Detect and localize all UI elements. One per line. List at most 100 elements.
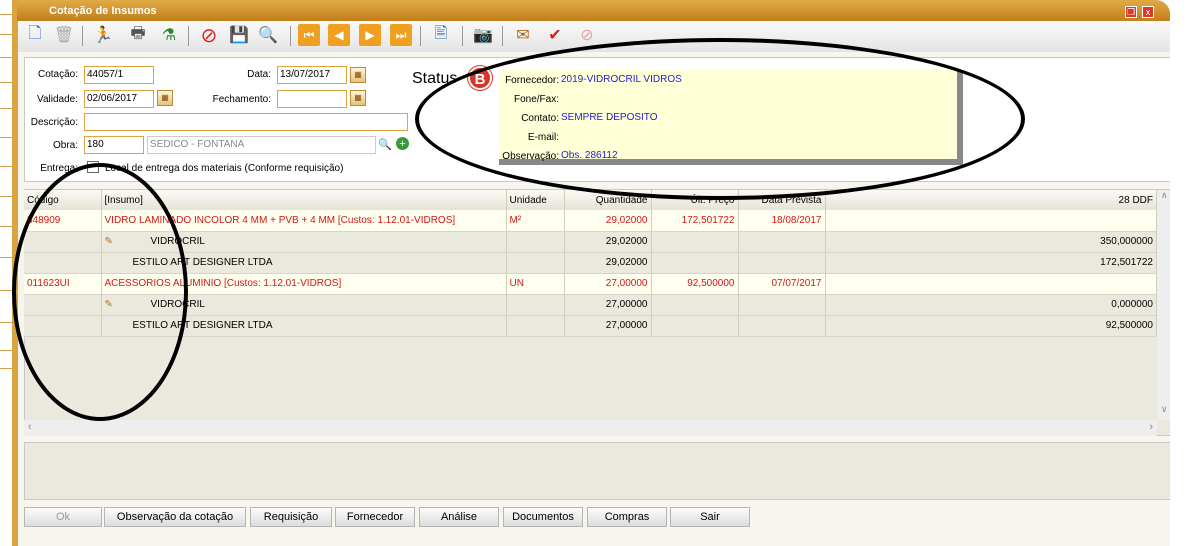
cell-supplier: ESTILO ART DESIGNER LTDA xyxy=(132,257,273,268)
cell-ddf: 92,500000 xyxy=(825,315,1157,337)
save-icon[interactable]: 💾 xyxy=(228,24,250,46)
cell-data: 07/07/2017 xyxy=(738,273,826,295)
approve-check-icon[interactable]: ✔ xyxy=(544,24,566,46)
observacao-button[interactable]: Observação da cotação xyxy=(104,507,246,527)
camera-icon[interactable]: 📷 xyxy=(472,24,494,46)
calendar-icon[interactable]: ▦ xyxy=(157,90,173,106)
compras-button[interactable]: Compras xyxy=(587,507,667,527)
table-header: Código [Insumo] Unidade Quantidade Últ. … xyxy=(24,190,1157,210)
fone-label: Fone/Fax: xyxy=(513,94,559,105)
fechamento-field[interactable] xyxy=(277,90,347,108)
observacao-value: Obs. 286112 xyxy=(561,150,618,161)
cell-ddf: 0,000000 xyxy=(825,294,1157,316)
status-badge: B xyxy=(468,66,492,90)
cell-insumo: VIDRO LAMINADO INCOLOR 4 MM + PVB + 4 MM… xyxy=(101,210,507,232)
descricao-label: Descrição: xyxy=(30,117,78,128)
contato-label: Contato: xyxy=(521,113,559,124)
entrega-text: Local de entrega dos materiais (Conforme… xyxy=(105,163,344,174)
cell-codigo: 848909 xyxy=(24,210,102,232)
obra-search-icon[interactable]: 🔍 xyxy=(378,136,392,152)
table-row[interactable]: ✎ VIDROCRIL 29,02000 350,000000 xyxy=(24,231,1157,253)
analise-button[interactable]: Análise xyxy=(419,507,499,527)
cell-quantidade: 27,00000 xyxy=(564,294,652,316)
report-icon[interactable]: 🖹 xyxy=(430,24,452,46)
cell-supplier: VIDROCRIL xyxy=(150,236,205,247)
fornecedor-button[interactable]: Fornecedor xyxy=(335,507,415,527)
toolbar xyxy=(18,21,1178,52)
documentos-button[interactable]: Documentos xyxy=(503,507,583,527)
fornecedor-label: Fornecedor: xyxy=(505,75,559,86)
cell-ddf xyxy=(825,210,1157,232)
cell-supplier: ESTILO ART DESIGNER LTDA xyxy=(132,320,273,331)
calendar-icon[interactable]: ▦ xyxy=(350,90,366,106)
approve-icon[interactable]: ✉ xyxy=(512,24,534,46)
cell-quantidade: 29,02000 xyxy=(564,231,652,253)
scroll-down-icon[interactable]: ∨ xyxy=(1161,404,1168,415)
restore-icon[interactable]: ❐ xyxy=(1125,6,1137,18)
fornecedor-value: 2019-VIDROCRIL VIDROS xyxy=(561,74,682,85)
descricao-field[interactable] xyxy=(84,113,408,131)
table-row[interactable]: 011623UI ACESSORIOS ALUMINIO [Custos: 1.… xyxy=(24,273,1157,295)
scroll-up-icon[interactable]: ∧ xyxy=(1161,190,1168,201)
col-unidade[interactable]: Unidade xyxy=(506,190,565,210)
table-row[interactable]: ESTILO ART DESIGNER LTDA 29,02000 172,50… xyxy=(24,252,1157,274)
entrega-checkbox[interactable] xyxy=(87,161,99,173)
cell-unidade: UN xyxy=(506,273,565,295)
entrega-label: Entrega: xyxy=(40,163,78,174)
new-document-icon[interactable]: 🗋 xyxy=(24,24,46,46)
horizontal-scrollbar[interactable]: ‹ › xyxy=(24,420,1157,436)
obra-label: Obra: xyxy=(52,140,78,151)
table-row[interactable]: 848909 VIDRO LAMINADO INCOLOR 4 MM + PVB… xyxy=(24,210,1157,232)
cell-quantidade: 29,02000 xyxy=(564,210,652,232)
scroll-right-icon[interactable]: › xyxy=(1149,421,1153,433)
obra-name-field: SEDICO - FONTANA xyxy=(147,136,376,154)
edit-note-icon[interactable]: ✎ xyxy=(105,236,119,247)
col-ult-preco[interactable]: Últ. Preço xyxy=(651,190,739,210)
items-table: Código [Insumo] Unidade Quantidade Últ. … xyxy=(24,190,1157,337)
window-title: Cotação de Insumos xyxy=(49,5,157,17)
cell-ddf: 350,000000 xyxy=(825,231,1157,253)
previous-icon[interactable]: ◀ xyxy=(328,24,350,46)
col-insumo[interactable]: [Insumo] xyxy=(101,190,507,210)
cell-insumo: ACESSORIOS ALUMINIO [Custos: 1.12.01-VID… xyxy=(101,273,507,295)
cell-quantidade: 27,00000 xyxy=(564,315,652,337)
notes-area[interactable] xyxy=(24,442,1178,500)
last-icon[interactable]: ⏭ xyxy=(390,24,412,46)
print-icon[interactable]: 🖶 xyxy=(127,24,149,46)
edit-note-icon[interactable]: ✎ xyxy=(105,299,119,310)
col-quantidade[interactable]: Quantidade xyxy=(564,190,652,210)
run-icon[interactable]: 🏃 xyxy=(92,24,114,46)
data-label: Data: xyxy=(247,69,271,80)
status-label: Status xyxy=(412,70,458,87)
cell-quantidade: 29,02000 xyxy=(564,252,652,274)
validade-field[interactable]: 02/06/2017 xyxy=(84,90,154,108)
supplier-info-box: Fornecedor: 2019-VIDROCRIL VIDROS Fone/F… xyxy=(499,70,963,165)
col-28ddf[interactable]: 28 DDF xyxy=(825,190,1157,210)
fechamento-label: Fechamento: xyxy=(212,94,271,105)
obra-add-icon[interactable]: + xyxy=(396,137,409,150)
col-codigo[interactable]: Código xyxy=(24,190,102,210)
scroll-left-icon[interactable]: ‹ xyxy=(28,421,32,433)
email-label: E-mail: xyxy=(527,132,559,143)
data-field[interactable]: 13/07/2017 xyxy=(277,66,347,84)
next-icon[interactable]: ▶ xyxy=(359,24,381,46)
cell-unidade: M² xyxy=(506,210,565,232)
trash-icon[interactable]: 🗑 xyxy=(53,24,75,46)
table-row[interactable]: ✎ VIDROCRIL 27,00000 0,000000 xyxy=(24,294,1157,316)
first-icon[interactable]: ⏮ xyxy=(298,24,320,46)
reject-icon[interactable]: ⊘ xyxy=(576,24,598,46)
table-row[interactable]: ESTILO ART DESIGNER LTDA 27,00000 92,500… xyxy=(24,315,1157,337)
filter-add-icon[interactable]: ⚗ xyxy=(158,24,180,46)
cancel-icon[interactable]: ⊘ xyxy=(198,24,220,47)
calendar-icon[interactable]: ▦ xyxy=(350,67,366,83)
col-data-prevista[interactable]: Data Prevista xyxy=(738,190,826,210)
search-icon[interactable]: 🔍 xyxy=(257,24,279,46)
cell-ddf xyxy=(825,273,1157,295)
close-icon[interactable]: x xyxy=(1142,6,1154,18)
cell-codigo: 011623UI xyxy=(24,273,102,295)
cotacao-field[interactable]: 44057/1 xyxy=(84,66,154,84)
obra-code-field[interactable]: 180 xyxy=(84,136,144,154)
ok-button[interactable]: Ok xyxy=(24,507,102,527)
sair-button[interactable]: Sair xyxy=(670,507,750,527)
requisicao-button[interactable]: Requisição xyxy=(250,507,332,527)
